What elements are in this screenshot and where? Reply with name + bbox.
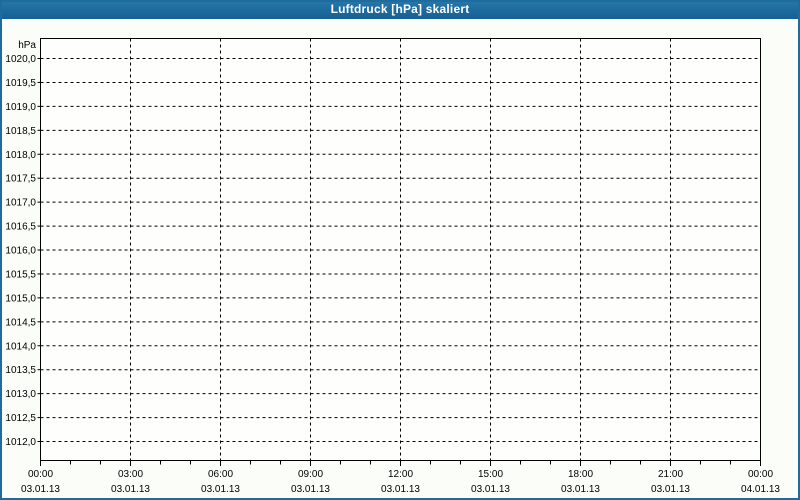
x-time-label: 09:00 [298,469,323,480]
y-tick-label: 1014,0 [5,341,36,352]
y-tick-label: 1012,5 [5,413,36,424]
x-time-label: 18:00 [568,469,593,480]
y-tick-label: 1012,0 [5,437,36,448]
y-tick-label: 1014,5 [5,317,36,328]
x-time-label: 00:00 [748,469,773,480]
x-date-label: 03.01.13 [471,484,510,495]
y-tick-label: 1018,5 [5,126,36,137]
x-date-label: 03.01.13 [111,484,150,495]
x-time-label: 06:00 [208,469,233,480]
chart-canvas: 1020,0 1019,5 1019,0 1018,5 1018,0 1017,5 1017… [5,38,780,495]
x-date-label: 04.01.13 [741,484,780,495]
x-date-label: 03.01.13 [21,484,60,495]
x-time-label: 21:00 [658,469,683,480]
y-tick-label: 1018,0 [5,150,36,161]
y-tick-label: 1015,0 [5,293,36,304]
x-date-label: 03.01.13 [291,484,330,495]
y-tick-label: 1017,5 [5,174,36,185]
y-tick-label: 1019,0 [5,102,36,113]
y-tick-label: 1013,5 [5,365,36,376]
y-tick-label: 1016,5 [5,222,36,233]
y-tick-label: 1013,0 [5,389,36,400]
x-time-label: 00:00 [28,469,53,480]
y-tick-label: 1017,0 [5,198,36,209]
y-tick-label: 1015,5 [5,269,36,280]
x-date-label: 03.01.13 [201,484,240,495]
y-axis-unit-label: hPa [18,40,36,51]
y-tick-label: 1019,5 [5,78,36,89]
chart-window: Luftdruck [hPa] skaliert 1020,0 1019,5 101… [0,0,800,500]
x-date-label: 03.01.13 [381,484,420,495]
x-time-label: 15:00 [478,469,503,480]
y-tick-label: 1016,0 [5,246,36,257]
x-date-label: 03.01.13 [561,484,600,495]
x-time-label: 12:00 [388,469,413,480]
x-date-label: 03.01.13 [651,484,690,495]
y-tick-label: 1020,0 [5,54,36,65]
x-time-label: 03:00 [118,469,143,480]
